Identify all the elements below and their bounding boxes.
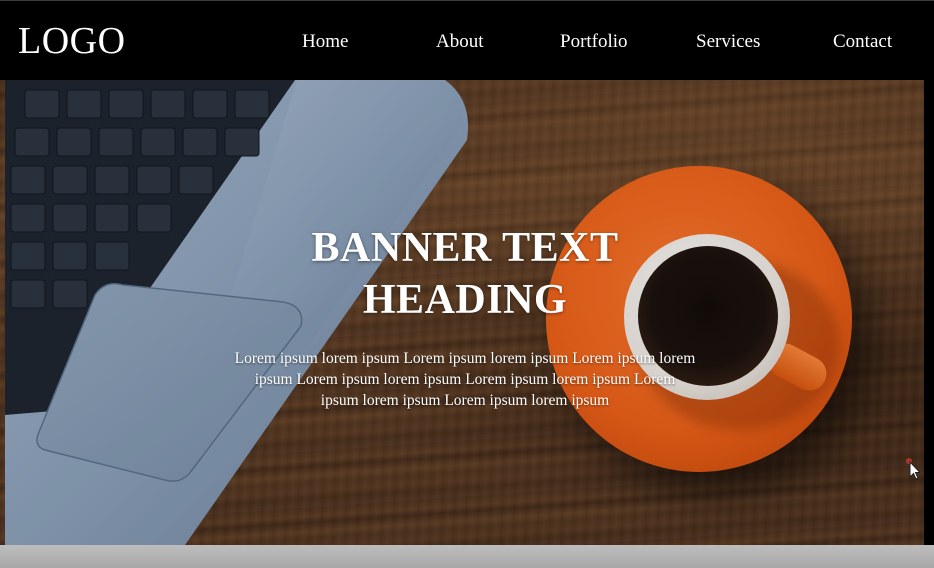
mouse-pointer-icon	[906, 458, 920, 480]
nav-link-about[interactable]: About	[436, 31, 484, 53]
nav-link-home[interactable]: Home	[302, 31, 348, 53]
nav-link-contact[interactable]: Contact	[833, 31, 892, 53]
hero-heading-line1: BANNER TEXT	[311, 225, 619, 271]
hero-paragraph: Lorem ipsum lorem ipsum Lorem ipsum lore…	[234, 350, 696, 409]
next-section-strip	[0, 545, 934, 568]
hero-heading: BANNER TEXT HEADING	[230, 222, 700, 326]
hero-content: BANNER TEXT HEADING Lorem ipsum lorem ip…	[230, 222, 700, 411]
hero-banner: BANNER TEXT HEADING Lorem ipsum lorem ip…	[0, 80, 924, 545]
site-header: LOGO Home About Portfolio Services Conta…	[0, 0, 934, 80]
main-nav: Home About Portfolio Services Contact	[0, 31, 934, 55]
nav-link-services[interactable]: Services	[696, 31, 760, 53]
hero-heading-line2: HEADING	[362, 277, 568, 323]
nav-link-portfolio[interactable]: Portfolio	[560, 31, 628, 53]
right-edge	[924, 80, 934, 545]
